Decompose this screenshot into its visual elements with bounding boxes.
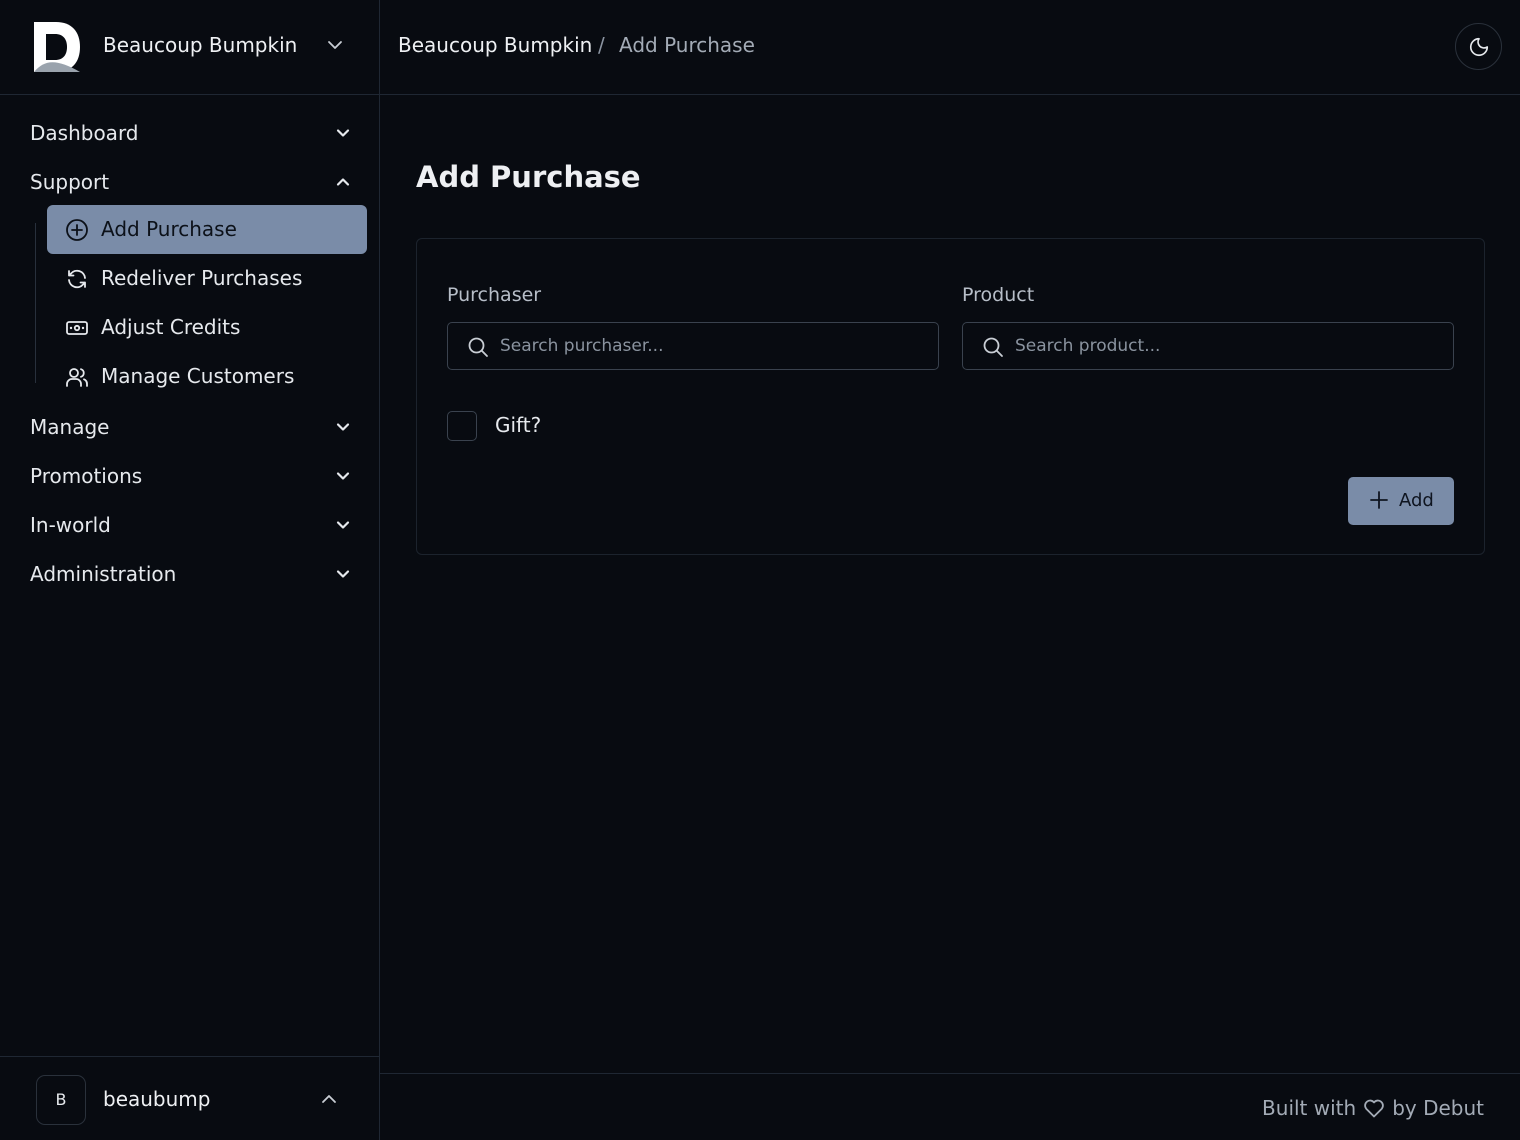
user-menu[interactable]: B beaubump <box>0 1056 379 1140</box>
nav-group-administration[interactable]: Administration <box>30 552 355 592</box>
footer-by-debut[interactable]: by Debut <box>1392 1096 1484 1120</box>
refresh-icon <box>68 269 86 289</box>
sidebar-item-label: Redeliver Purchases <box>101 266 303 290</box>
product-label: Product <box>962 284 1035 306</box>
moon-icon <box>1469 37 1489 57</box>
add-button[interactable]: Add <box>1348 477 1454 525</box>
sidebar-item-redeliver-purchases[interactable]: Redeliver Purchases <box>47 254 367 303</box>
gift-label[interactable]: Gift? <box>495 413 541 437</box>
plus-icon <box>1370 491 1388 509</box>
product-search-box[interactable] <box>962 322 1454 370</box>
nav-group-dashboard[interactable]: Dashboard <box>30 111 355 151</box>
banknote-icon <box>66 321 88 335</box>
nav-group-in-world[interactable]: In-world <box>30 503 355 543</box>
heart-icon <box>1364 1099 1384 1118</box>
nav-group-promotions[interactable]: Promotions <box>30 454 355 494</box>
footer-built-with: Built with <box>1262 1096 1357 1120</box>
gift-checkbox[interactable] <box>447 411 477 441</box>
submenu-guide-line <box>35 223 36 383</box>
page-title: Add Purchase <box>416 160 641 194</box>
nav-group-label: Support <box>30 170 110 194</box>
breadcrumb-current: Add Purchase <box>619 33 755 57</box>
chevron-down-icon <box>336 129 350 137</box>
footer: Built with by Debut <box>380 1073 1520 1140</box>
nav-group-label: Administration <box>30 562 177 586</box>
users-icon <box>66 368 88 387</box>
nav-group-label: Promotions <box>30 464 143 488</box>
nav-group-manage[interactable]: Manage <box>30 405 355 445</box>
search-icon <box>983 337 1003 357</box>
purchaser-label: Purchaser <box>447 284 542 306</box>
sidebar-item-add-purchase[interactable]: Add Purchase <box>47 205 367 254</box>
chevron-up-icon <box>336 178 350 186</box>
brand-name: Beaucoup Bumpkin <box>103 33 298 57</box>
search-icon <box>468 337 488 357</box>
chevron-down-icon <box>336 521 350 529</box>
sidebar-item-label: Adjust Credits <box>101 315 241 339</box>
product-search-input[interactable] <box>1015 323 1435 369</box>
chevron-up-icon <box>322 1095 336 1103</box>
chevron-down-icon <box>336 472 350 480</box>
chevron-down-icon <box>336 423 350 431</box>
nav-group-label: Dashboard <box>30 121 139 145</box>
purchaser-search-box[interactable] <box>447 322 939 370</box>
sidebar-item-label: Manage Customers <box>101 364 295 388</box>
purchaser-search-input[interactable] <box>500 323 920 369</box>
sidebar: Beaucoup Bumpkin Dashboard Support Add P… <box>0 0 380 1140</box>
footer-credit: Built with by Debut <box>1262 1096 1484 1120</box>
add-purchase-form: Purchaser Product Gift? Add <box>416 238 1485 555</box>
add-button-label: Add <box>1399 490 1434 511</box>
username: beaubump <box>103 1087 211 1111</box>
sidebar-item-label: Add Purchase <box>101 217 237 241</box>
brand-switcher[interactable]: Beaucoup Bumpkin <box>0 0 379 95</box>
sidebar-item-manage-customers[interactable]: Manage Customers <box>47 352 367 401</box>
breadcrumb-root[interactable]: Beaucoup Bumpkin <box>398 33 592 57</box>
app-root: Beaucoup Bumpkin Dashboard Support Add P… <box>0 0 1520 1140</box>
top-bar: Beaucoup Bumpkin / Add Purchase <box>380 0 1520 95</box>
debut-logo-icon <box>34 22 80 72</box>
nav-group-support[interactable]: Support <box>30 160 355 200</box>
sidebar-item-adjust-credits[interactable]: Adjust Credits <box>47 303 367 352</box>
plus-circle-icon <box>66 219 88 241</box>
nav-group-label: In-world <box>30 513 111 537</box>
breadcrumb-separator: / <box>598 33 605 57</box>
nav-group-label: Manage <box>30 415 110 439</box>
chevron-down-icon <box>328 41 342 49</box>
avatar: B <box>36 1075 86 1125</box>
theme-toggle-button[interactable] <box>1455 23 1502 70</box>
chevron-down-icon <box>336 570 350 578</box>
